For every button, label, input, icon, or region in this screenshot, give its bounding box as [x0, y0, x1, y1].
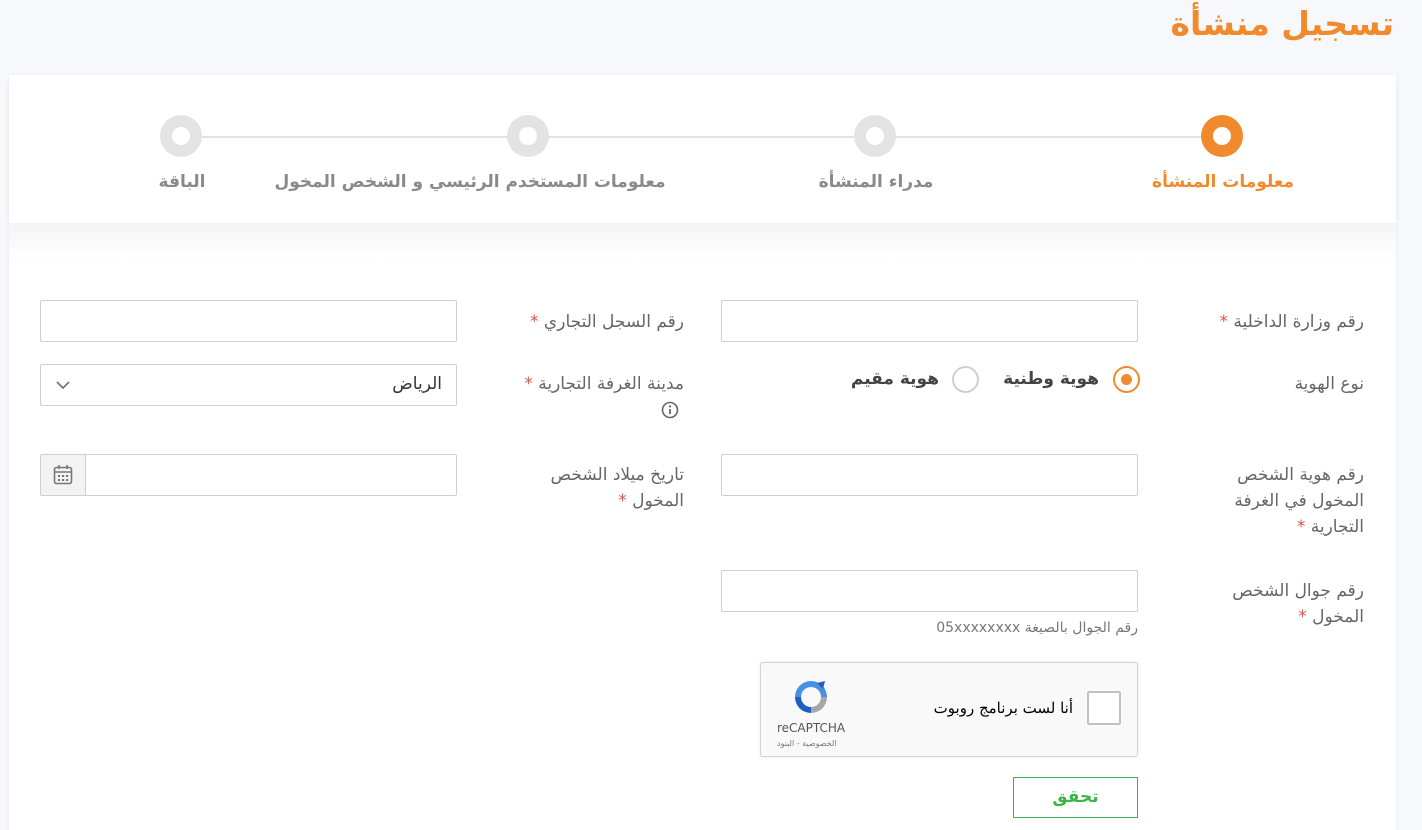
chamber-city-select[interactable]: الرياض	[40, 364, 457, 406]
authorized-dob-input[interactable]	[40, 454, 457, 496]
moi-number-label: رقم وزارة الداخلية *	[1219, 312, 1364, 332]
step-label-package[interactable]: الباقة	[159, 172, 206, 192]
cr-number-label: رقم السجل التجاري *	[530, 312, 684, 332]
resident-id-radio[interactable]	[952, 366, 979, 393]
authorized-mobile-label: رقم جوال الشخص المخول *	[1232, 581, 1364, 627]
chevron-down-icon	[56, 381, 70, 390]
chamber-city-label: مدينة الغرفة التجارية *	[524, 374, 684, 394]
chamber-city-selected-value: الرياض	[392, 374, 442, 394]
recaptcha-privacy-terms[interactable]: الخصوصية - البنود	[777, 739, 837, 748]
moi-number-input[interactable]	[721, 300, 1138, 342]
calendar-icon	[53, 465, 73, 485]
mobile-format-hint: رقم الجوال بالصيغة 05xxxxxxxx	[936, 620, 1138, 636]
step-label-main-user[interactable]: معلومات المستخدم الرئيسي و الشخص المخول	[274, 172, 665, 192]
authorized-mobile-input[interactable]	[721, 570, 1138, 612]
progress-stepper: معلومات المنشأة مدراء المنشأة معلومات ال…	[9, 75, 1396, 223]
national-id-radio[interactable]	[1113, 366, 1140, 393]
info-icon[interactable]	[661, 401, 679, 419]
cr-number-input[interactable]	[40, 300, 457, 342]
resident-id-radio-label[interactable]: هوية مقيم	[851, 369, 939, 389]
calendar-button[interactable]	[41, 455, 86, 495]
step-indicator-package	[160, 115, 202, 157]
recaptcha-widget: أنا لست برنامج روبوت reCAPTCHA الخصوصية …	[760, 662, 1138, 757]
step-indicator-main-user	[507, 115, 549, 157]
authorized-id-label: رقم هوية الشخص المخول في الغرفة التجارية…	[1234, 465, 1364, 537]
section-divider	[9, 223, 1396, 259]
stepper-line	[182, 136, 1222, 138]
recaptcha-label: أنا لست برنامج روبوت	[933, 699, 1073, 717]
step-label-managers[interactable]: مدراء المنشأة	[819, 172, 934, 192]
recaptcha-brand: reCAPTCHA	[777, 721, 846, 735]
step-label-establishment-info[interactable]: معلومات المنشأة	[1152, 172, 1294, 192]
registration-page: تسجيل منشأة معلومات المنشأة مدراء المنشأ…	[0, 0, 1422, 830]
registration-card: معلومات المنشأة مدراء المنشأة معلومات ال…	[9, 75, 1396, 830]
step-indicator-establishment-info	[1201, 115, 1243, 157]
verify-button[interactable]: تحقق	[1013, 777, 1138, 818]
authorized-dob-label: تاريخ ميلاد الشخص المخول *	[550, 465, 684, 511]
id-type-label: نوع الهوية	[1294, 374, 1364, 394]
recaptcha-checkbox[interactable]	[1087, 691, 1121, 725]
page-title: تسجيل منشأة	[1170, 4, 1394, 43]
step-indicator-managers	[854, 115, 896, 157]
authorized-id-input[interactable]	[721, 454, 1138, 496]
national-id-radio-label[interactable]: هوية وطنية	[1003, 369, 1099, 389]
recaptcha-logo-icon	[795, 681, 827, 713]
